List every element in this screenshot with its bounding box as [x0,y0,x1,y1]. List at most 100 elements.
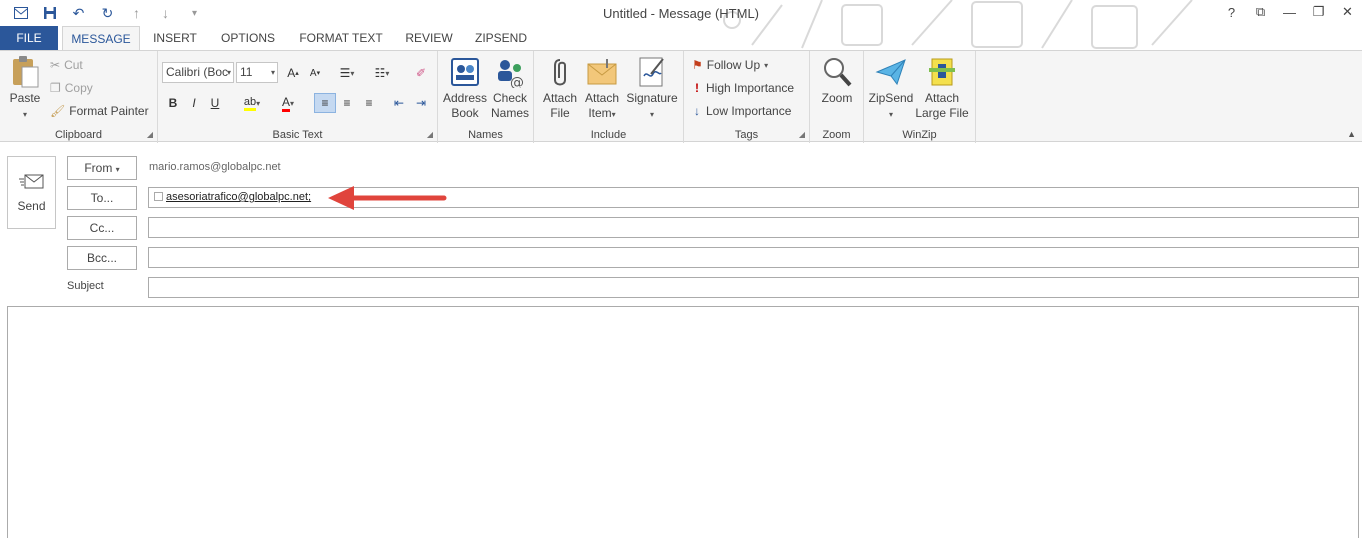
ribbon: Paste ▾ ✂ Cut ❐ Copy 🖌 Format Painter Cl… [0,50,1362,143]
copy-icon: ❐ [50,81,61,95]
low-importance-button[interactable]: ↓ Low Importance [692,101,791,121]
attach-file-button[interactable]: Attach File [538,55,582,121]
cc-field[interactable] [148,217,1359,238]
from-address: mario.ramos@globalpc.net [149,161,281,173]
italic-button[interactable]: I [185,93,203,113]
align-right-icon[interactable]: ≡ [358,93,380,113]
font-name-dropdown[interactable]: Calibri (Boc ▾ [162,62,234,83]
group-basic-text: Calibri (Boc ▾ 11 ▾ A ▴ A ▾ ☰ ▾ ☷ ▾ ✐ B I U … [158,51,438,143]
chevron-down-icon: ▾ [649,110,654,119]
high-importance-label: High Importance [706,81,795,95]
decrease-indent-icon[interactable]: ⇤ [388,93,410,113]
chevron-down-icon: ▾ [888,110,893,119]
zoom-button[interactable]: Zoom [814,55,860,106]
copy-button[interactable]: ❐ Copy [50,78,93,98]
tab-options[interactable]: OPTIONS [214,26,282,50]
group-label-zoom: Zoom [822,129,851,141]
attach-item-button[interactable]: Attach Item▾ [582,55,622,122]
attach-large-file-label-line2: Large File [915,106,969,120]
chevron-down-icon: ▾ [611,110,616,119]
bold-button[interactable]: B [164,93,182,113]
address-book-label-line2: Book [451,106,479,120]
tab-insert[interactable]: INSERT [146,26,204,50]
paste-icon [9,55,41,89]
tab-format-text[interactable]: FORMAT TEXT [293,26,389,50]
follow-up-label: Follow Up [706,58,761,72]
flag-icon: ⚑ [692,58,703,72]
cc-button[interactable]: Cc... [67,216,137,240]
cut-button[interactable]: ✂ Cut [50,55,83,75]
group-winzip: ZipSend ▾ Attach Large File WinZip [864,51,976,143]
shrink-font-icon[interactable]: A ▾ [304,63,326,83]
check-names-button[interactable]: @ Check Names [488,55,532,121]
align-center-icon[interactable]: ≡ [336,93,358,113]
check-names-label-line2: Names [490,106,529,120]
restore-icon[interactable]: ❐ [1304,0,1333,24]
follow-up-button[interactable]: ⚑ Follow Up ▾ [692,55,768,75]
underline-button[interactable]: U [206,93,224,113]
group-tags: ⚑ Follow Up ▾ ! High Importance ↓ Low Im… [684,51,810,143]
tab-review[interactable]: REVIEW [400,26,458,50]
paste-button[interactable]: Paste ▾ [4,55,46,122]
group-label-include: Include [590,129,627,141]
minimize-icon[interactable]: — [1275,0,1304,24]
close-icon[interactable]: ✕ [1333,0,1362,24]
paste-label: Paste [9,91,41,105]
format-painter-button[interactable]: 🖌 Format Painter [50,101,149,121]
increase-indent-icon[interactable]: ⇥ [410,93,432,113]
highlight-color-icon[interactable]: ab ▾ [236,93,268,113]
low-importance-label: Low Importance [706,104,792,118]
to-recipient[interactable]: asesoriatrafico@globalpc.net; [166,191,311,203]
check-names-icon: @ [494,55,526,89]
chevron-down-icon: ▾ [22,110,27,119]
dialog-launcher-icon[interactable]: ◢ [147,130,153,139]
paperclip-icon [544,55,576,89]
bullets-icon[interactable]: ☰ ▾ [332,63,362,83]
attach-large-file-button[interactable]: Attach Large File [914,55,970,121]
chevron-down-icon: ▾ [226,68,231,77]
signature-label: Signature [626,91,678,105]
font-color-icon[interactable]: A ▾ [272,93,304,113]
group-names: Address Book @ Check Names Names [438,51,534,143]
paintbrush-icon: 🖌 [50,104,66,118]
title-bar: ↶ ↻ ↑ ↓ ▾ Untitled - Message (HTML) ? ⧉ … [0,0,1362,49]
font-size-dropdown[interactable]: 11 ▾ [236,62,278,83]
attach-item-label-line2: Item [588,106,612,120]
attach-file-label-line1: Attach [542,91,578,105]
zipsend-label: ZipSend [868,91,914,105]
svg-text:@: @ [510,75,524,88]
recipient-checkbox-icon [154,192,163,201]
clear-formatting-icon[interactable]: ✐ [410,63,432,83]
high-importance-button[interactable]: ! High Importance [692,78,794,98]
collapse-ribbon-icon[interactable]: ▲ [1347,129,1356,139]
subject-field[interactable] [148,277,1359,298]
chevron-down-icon: ▾ [764,60,769,70]
bcc-field[interactable] [148,247,1359,268]
format-painter-label: Format Painter [69,104,149,118]
grow-font-icon[interactable]: A ▴ [282,63,304,83]
window-title: Untitled - Message (HTML) [602,6,760,21]
bcc-button[interactable]: Bcc... [67,246,137,270]
envelope-attach-icon [586,55,618,89]
tab-message[interactable]: MESSAGE [62,26,140,51]
font-name-value: Calibri (Boc [166,65,229,79]
message-body[interactable] [7,306,1359,538]
tab-file[interactable]: FILE [0,26,58,50]
address-book-button[interactable]: Address Book [442,55,488,121]
zipsend-button[interactable]: ZipSend ▾ [866,55,916,122]
chevron-down-icon: ▾ [270,68,275,77]
zoom-label: Zoom [821,91,853,105]
signature-button[interactable]: Signature ▾ [624,55,680,122]
send-button[interactable]: Send [7,156,56,229]
numbering-icon[interactable]: ☷ ▾ [366,63,398,83]
tab-zipsend[interactable]: ZIPSEND [468,26,534,50]
winzip-vise-icon [926,55,958,89]
ribbon-display-icon[interactable]: ⧉ [1246,0,1275,24]
from-button[interactable]: From ▾ [67,156,137,180]
help-icon[interactable]: ? [1217,0,1246,24]
dialog-launcher-icon[interactable]: ◢ [427,130,433,139]
signature-icon [636,55,668,89]
dialog-launcher-icon[interactable]: ◢ [799,130,805,139]
to-button[interactable]: To... [67,186,137,210]
align-left-icon[interactable]: ≡ [314,93,336,113]
